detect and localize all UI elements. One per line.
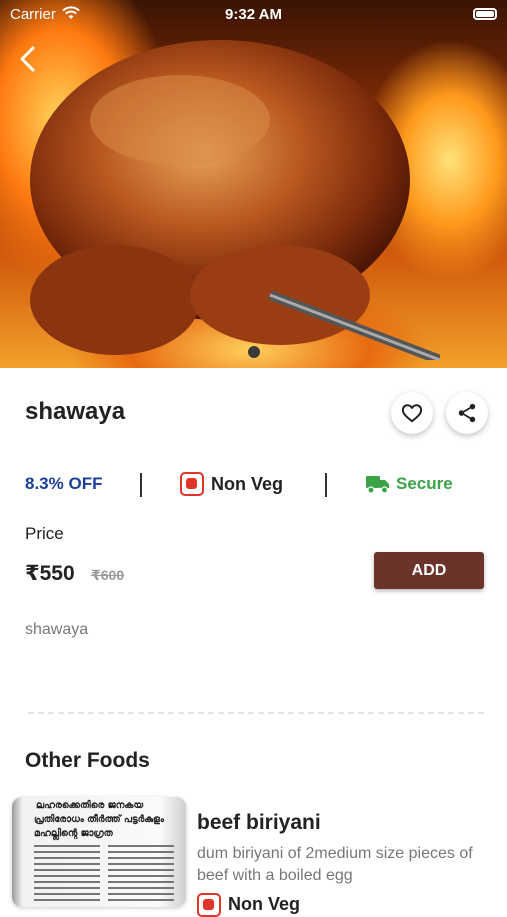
current-price: ₹550 — [25, 562, 75, 585]
newspaper-image: ലഹരക്കെതിരെ ജനകയ പ്രതിരോധം തീർത്ത് പട്ടർ… — [34, 798, 174, 901]
svg-text:മഹല്ലിന്റെ ജാഗ്രത: മഹല്ലിന്റെ ജാഗ്രത — [34, 826, 114, 840]
divider — [140, 473, 142, 497]
carousel-indicator[interactable] — [248, 346, 260, 358]
food-item-diet-label: Non Veg — [228, 894, 301, 914]
price-heading: Price — [25, 524, 64, 543]
other-foods-heading: Other Foods — [25, 749, 150, 772]
original-price: ₹600 — [91, 567, 125, 583]
product-image: Carrier 9:32 AM — [0, 0, 507, 368]
roast-chicken-image — [30, 40, 440, 360]
favorite-button[interactable] — [391, 392, 433, 434]
diet-type-label: Non Veg — [211, 474, 284, 494]
svg-text:പ്രതിരോധം തീർത്ത് പട്ടർകുളം: പ്രതിരോധം തീർത്ത് പട്ടർകുളം — [34, 812, 165, 825]
share-icon — [458, 403, 476, 423]
product-description: shawaya — [25, 621, 89, 638]
secure-label: Secure — [396, 474, 453, 493]
divider — [325, 473, 327, 497]
discount-label: 8.3% OFF — [25, 474, 103, 493]
clock: 9:32 AM — [225, 6, 282, 23]
food-item-description: dum biriyani of 2medium size pieces of b… — [197, 845, 473, 884]
svg-text:ലഹരക്കെതിരെ ജനകയ: ലഹരക്കെതിരെ ജനകയ — [36, 798, 144, 811]
section-divider — [28, 712, 484, 714]
food-thumbnail[interactable]: ലഹരക്കെതിരെ ജനകയ പ്രതിരോധം തീർത്ത് പട്ടർ… — [12, 797, 186, 907]
battery-icon — [473, 8, 497, 20]
food-item-title[interactable]: beef biriyani — [197, 811, 321, 835]
back-arrow-icon[interactable] — [14, 44, 44, 74]
heart-icon — [401, 404, 423, 423]
non-veg-icon — [180, 472, 204, 496]
delivery-truck-icon — [366, 476, 389, 494]
status-bar: Carrier 9:32 AM — [0, 0, 507, 30]
share-button[interactable] — [446, 392, 488, 434]
product-title: shawaya — [25, 398, 126, 425]
add-to-cart-button[interactable]: ADD — [374, 552, 484, 589]
non-veg-icon — [197, 893, 221, 917]
